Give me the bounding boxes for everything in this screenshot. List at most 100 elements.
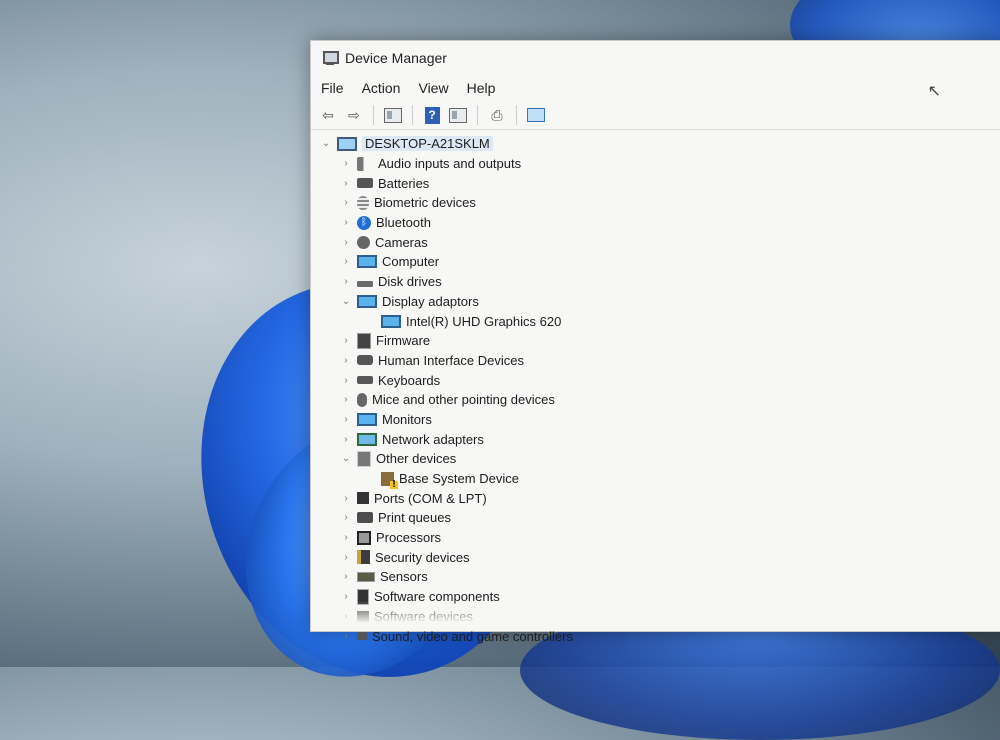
chevron-right-icon[interactable]: ›	[339, 178, 353, 189]
device-manager-window: Device Manager ↖ File Action View Help ⇦ ⇨? ⎙…	[310, 40, 1000, 644]
chevron-down-icon[interactable]: ⌄	[319, 138, 333, 149]
tree-item-base-system-device[interactable]: Base System Device	[319, 469, 1000, 489]
tree-item-label: Other devices	[376, 451, 457, 467]
title-bar[interactable]: Device Manager	[311, 41, 1000, 75]
forward-arrow-icon[interactable]: ⇨	[343, 104, 365, 126]
tree-item-label: Ports (COM & LPT)	[374, 490, 487, 506]
chevron-right-icon[interactable]: ›	[339, 197, 353, 208]
chevron-right-icon[interactable]: ›	[339, 355, 353, 366]
properties-icon[interactable]	[382, 104, 404, 126]
hid-icon	[357, 355, 373, 366]
tree-item-label: Batteries	[378, 175, 430, 191]
tree-root-desktop-a21sklm[interactable]: ⌄ DESKTOP-A21SKLM	[319, 134, 1000, 154]
tree-item-human-interface-devices[interactable]: › Human Interface Devices	[319, 351, 1000, 371]
battery-icon	[357, 178, 373, 189]
other-icon	[357, 450, 371, 467]
tree-item-display-adaptors[interactable]: ⌄ Display adaptors	[319, 292, 1000, 312]
help-icon[interactable]: ?	[421, 104, 443, 126]
toolbar-separator	[373, 105, 374, 125]
tree-item-label: Disk drives	[378, 274, 442, 290]
tree-item-audio-inputs-and-outputs[interactable]: › Audio inputs and outputs	[319, 154, 1000, 174]
tree-item-disk-drives[interactable]: › Disk drives	[319, 272, 1000, 292]
mouse-icon	[357, 392, 367, 407]
bio-icon	[357, 195, 369, 210]
chevron-right-icon[interactable]: ›	[339, 276, 353, 287]
kb-icon	[357, 376, 373, 385]
toolbar-separator	[516, 105, 517, 125]
tree-item-label: Keyboards	[378, 372, 441, 388]
cam-icon	[357, 235, 370, 249]
chevron-right-icon[interactable]: ›	[339, 434, 353, 445]
chevron-down-icon[interactable]: ⌄	[339, 453, 353, 464]
scan-hardware-icon[interactable]	[525, 104, 547, 126]
tree-item-label: Biometric devices	[374, 195, 476, 211]
net-icon	[357, 432, 377, 446]
chevron-right-icon[interactable]: ›	[339, 552, 353, 563]
warn-icon	[381, 471, 398, 489]
tree-item-batteries[interactable]: › Batteries	[319, 173, 1000, 193]
tree-item-processors[interactable]: › Processors	[319, 528, 1000, 548]
chevron-right-icon[interactable]: ›	[339, 532, 353, 543]
tree-item-keyboards[interactable]: › Keyboards	[319, 370, 1000, 390]
chevron-right-icon[interactable]: ›	[339, 237, 353, 248]
tree-item-biometric-devices[interactable]: › Biometric devices	[319, 193, 1000, 213]
cpu-icon	[357, 530, 371, 545]
mon-icon	[357, 412, 377, 426]
device-tree[interactable]: ⌄ DESKTOP-A21SKLM › Audio inputs and output…	[311, 130, 1000, 646]
menu-bar: File Action View Help	[311, 75, 1000, 101]
tree-item-firmware[interactable]: › Firmware	[319, 331, 1000, 351]
tree-item-network-adapters[interactable]: › Network adapters	[319, 429, 1000, 449]
menu-file[interactable]: File	[321, 80, 344, 96]
tree-item-label: Processors	[376, 530, 442, 546]
chevron-right-icon[interactable]: ›	[339, 256, 353, 267]
device-manager-icon	[321, 50, 339, 66]
tree-item-cameras[interactable]: › Cameras	[319, 232, 1000, 252]
toolbar-separator	[477, 105, 478, 125]
chevron-right-icon[interactable]: ›	[339, 631, 353, 642]
tree-item-mice-and-other-pointing-devices[interactable]: › Mice and other pointing devices	[319, 390, 1000, 410]
tree-item-label: Monitors	[382, 411, 432, 427]
menu-view[interactable]: View	[418, 80, 448, 96]
tree-item-security-devices[interactable]: › Security devices	[319, 547, 1000, 567]
chevron-right-icon[interactable]: ›	[339, 375, 353, 386]
show-hidden-icon[interactable]	[447, 104, 469, 126]
tree-item-sensors[interactable]: › Sensors	[319, 567, 1000, 587]
tree-item-label: Firmware	[376, 333, 431, 349]
sec-icon	[357, 550, 370, 565]
tree-item-label: Security devices	[375, 549, 470, 565]
chevron-down-icon[interactable]: ⌄	[339, 296, 353, 307]
sound-icon	[357, 632, 367, 641]
tree-item-label: Bluetooth	[376, 215, 431, 231]
tree-item-label: Base System Device	[399, 471, 519, 487]
chevron-right-icon[interactable]: ›	[339, 512, 353, 523]
chevron-right-icon[interactable]: ›	[339, 414, 353, 425]
chevron-right-icon[interactable]: ›	[339, 158, 353, 169]
chevron-right-icon[interactable]: ›	[339, 217, 353, 228]
mon-icon	[381, 314, 401, 328]
chevron-right-icon[interactable]: ›	[339, 335, 353, 346]
tree-item-monitors[interactable]: › Monitors	[319, 410, 1000, 430]
menu-action[interactable]: Action	[362, 80, 401, 96]
chevron-right-icon[interactable]: ›	[339, 394, 353, 405]
menu-help[interactable]: Help	[467, 80, 496, 96]
tree-item-label: Computer	[382, 254, 440, 270]
toolbar: ⇦ ⇨? ⎙	[311, 101, 1000, 130]
mon-icon	[357, 255, 377, 269]
tree-item-ports-com-lpt[interactable]: › Ports (COM & LPT)	[319, 488, 1000, 508]
tree-item-computer[interactable]: › Computer	[319, 252, 1000, 272]
back-arrow-icon[interactable]: ⇦	[317, 104, 339, 126]
computer-icon	[337, 136, 357, 151]
tree-item-print-queues[interactable]: › Print queues	[319, 508, 1000, 528]
tree-item-bluetooth[interactable]: › ᛒ Bluetooth	[319, 213, 1000, 233]
tree-item-intel-r-uhd-graphics-620[interactable]: Intel(R) UHD Graphics 620	[319, 311, 1000, 331]
chevron-right-icon[interactable]: ›	[339, 571, 353, 582]
fw-icon	[357, 332, 371, 349]
chevron-right-icon[interactable]: ›	[339, 493, 353, 504]
mouse-cursor-icon: ↖	[927, 83, 941, 100]
tree-item-other-devices[interactable]: ⌄ Other devices	[319, 449, 1000, 469]
sensor-icon	[357, 571, 375, 582]
tree-item-label: Audio inputs and outputs	[378, 156, 522, 172]
bt-icon: ᛒ	[357, 215, 371, 230]
update-driver-icon[interactable]: ⎙	[486, 104, 508, 126]
tree-item-label: Sensors	[380, 569, 428, 585]
